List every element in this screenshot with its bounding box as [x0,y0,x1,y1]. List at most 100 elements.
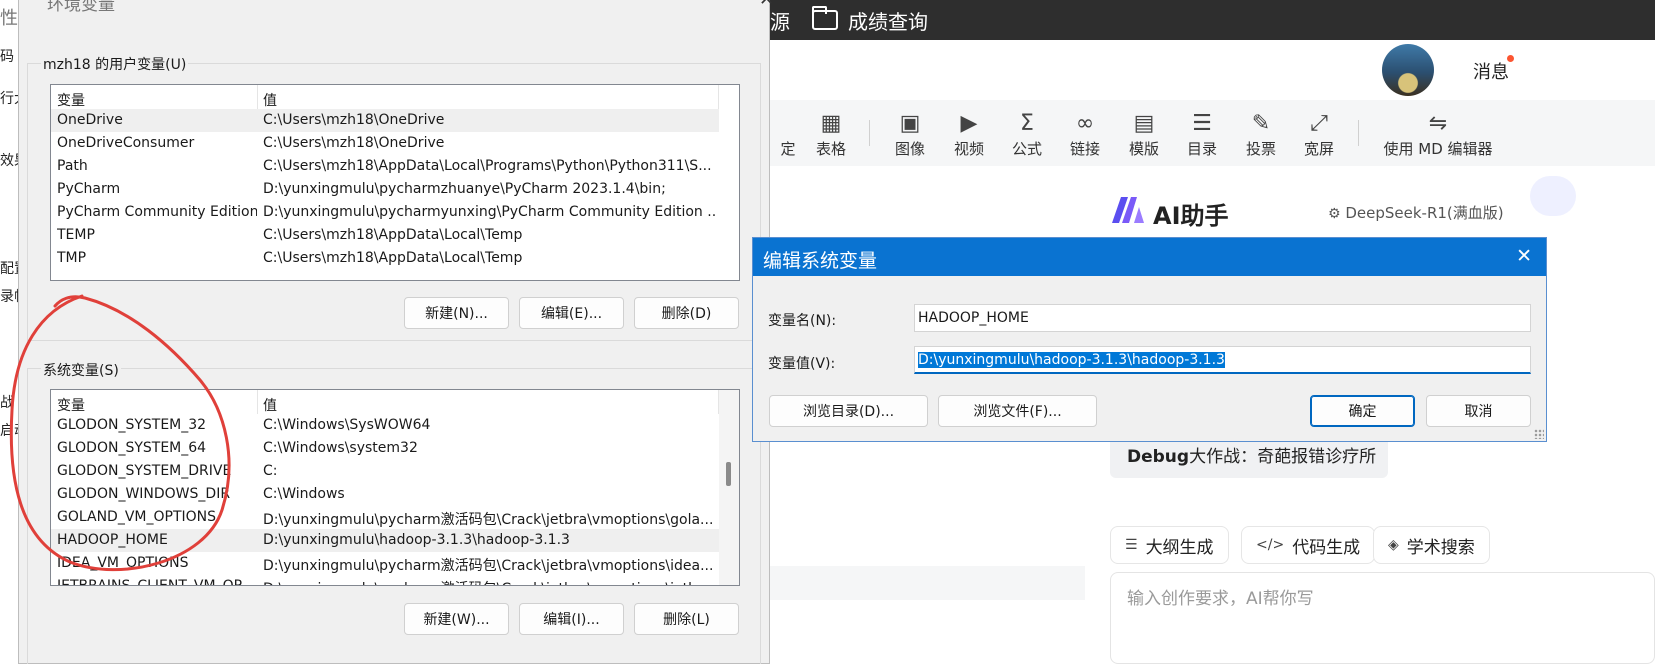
toolbar-link-button[interactable]: ∞ 链接 [1055,110,1115,159]
toolbar-label: 宽屏 [1303,140,1334,158]
editor-strip [770,566,1085,600]
notification-dot [1507,55,1514,62]
edit-dialog-title: 编辑系统变量 [763,250,878,272]
list-item[interactable]: PyCharm D:\yunxingmulu\pycharmzhuanye\PyC… [51,178,719,201]
ok-button[interactable]: 确定 [1310,395,1415,427]
academic-chip-label: 学术搜索 [1406,537,1475,558]
variable-value: D:\yunxingmulu\hadoop-3.1.3\hadoop-3.1.3 [263,532,570,548]
variable-name: TEMP [57,227,95,243]
toolbar-label: 表格 [815,140,846,158]
list-item[interactable]: GLODON_WINDOWS_DIR C:\Windows [51,483,719,506]
nav-item-grades[interactable]: 成绩查询 [812,0,928,40]
list-item[interactable]: GOLAND_VM_OPTIONS D:\yunxingmulu\pycharm激… [51,506,719,529]
widescreen-icon: ⤢ [1310,111,1328,136]
toolbar-formula-button[interactable]: Σ 公式 [997,110,1057,159]
browse-file-button[interactable]: 浏览文件(F)... [938,395,1097,427]
toolbar-template-button[interactable]: ▤ 模版 [1114,110,1174,159]
toolbar-md-switch-button[interactable]: ⇋ 使用 MD 编辑器 [1378,110,1498,159]
toolbar-label: 链接 [1069,140,1100,158]
code-icon: </> [1256,537,1285,553]
variable-name: IDEA_VM_OPTIONS [57,555,189,571]
variable-value-label: 变量值(V): [768,356,836,372]
system-list-scrollbar[interactable] [719,390,739,585]
variable-name: GLODON_WINDOWS_DIR [57,486,231,502]
code-generate-chip[interactable]: </> 代码生成 [1241,526,1376,564]
ai-model-selector[interactable]: ⚙ DeepSeek-R1(满血版) [1328,202,1504,223]
edit-dialog-titlebar[interactable]: 编辑系统变量 ✕ [753,238,1546,276]
messages-link[interactable]: 消息 [1473,58,1509,84]
user-list-header: 变量 值 [51,85,739,109]
variable-value-input[interactable]: D:\yunxingmulu\hadoop-3.1.3\hadoop-3.1.3 [914,346,1531,374]
variable-name: TMP [57,250,87,266]
list-item[interactable]: Path C:\Users\mzh18\AppData\Local\Program… [51,155,719,178]
column-header-value[interactable]: 值 [263,395,277,415]
ai-brain-icon[interactable] [1530,176,1576,216]
column-header-value[interactable]: 值 [263,90,277,110]
toc-icon: ☰ [1192,111,1212,136]
toolbar-table-button[interactable]: ▦ 表格 [801,110,861,159]
list-item[interactable]: TEMP C:\Users\mzh18\AppData\Local\Temp [51,224,719,247]
close-icon[interactable]: ✕ [759,0,774,10]
system-variables-list[interactable]: 变量 值 GLODON_SYSTEM_32 C:\Windows\SysWOW64… [50,389,740,586]
list-item[interactable]: TMP C:\Users\mzh18\AppData\Local\Temp [51,247,719,270]
toolbar-image-button[interactable]: ▣ 图像 [880,110,940,159]
list-item[interactable]: JETBRAINS_CLIENT_VM_OP D:\yunxingmulu\pyc… [51,575,719,586]
toolbar-label: 定 [780,140,796,158]
column-divider[interactable] [257,390,258,414]
academic-search-chip[interactable]: ◈ 学术搜索 [1373,526,1490,564]
list-item[interactable]: OneDriveConsumer C:\Users\mzh18\OneDrive [51,132,719,155]
variable-value: C:\Users\mzh18\AppData\Local\Programs\Py… [263,158,712,174]
list-item[interactable]: GLODON_SYSTEM_DRIVE C: [51,460,719,483]
variable-value: C:\Windows [263,486,345,502]
variable-name: GLODON_SYSTEM_DRIVE [57,463,232,479]
variable-name: PyCharm Community Edition [57,204,257,220]
variable-value: C:\Users\mzh18\AppData\Local\Temp [263,250,523,266]
outline-generate-chip[interactable]: ☰ 大纲生成 [1110,526,1229,564]
variable-name: Path [57,158,88,174]
toolbar-video-button[interactable]: ▶ 视频 [939,110,999,159]
toolbar-toc-button[interactable]: ☰ 目录 [1172,110,1232,159]
list-item[interactable]: PyCharm Community Edition D:\yunxingmulu\… [51,201,719,224]
folder-icon [812,6,838,30]
link-icon: ∞ [1075,111,1095,136]
close-icon[interactable]: ✕ [1516,245,1532,267]
system-edit-button[interactable]: 编辑(I)... [519,603,624,635]
variable-name: JETBRAINS_CLIENT_VM_OP [57,578,243,586]
cancel-button[interactable]: 取消 [1426,395,1531,427]
system-new-button[interactable]: 新建(W)... [404,603,509,635]
list-item[interactable]: GLODON_SYSTEM_64 C:\Windows\system32 [51,437,719,460]
variable-value: C:\Users\mzh18\OneDrive [263,135,445,151]
toolbar-label: 目录 [1186,140,1217,158]
left-fragment: 性 [0,8,18,29]
user-variables-list[interactable]: 变量 值 OneDrive C:\Users\mzh18\OneDrive OneD… [50,84,740,281]
user-new-button[interactable]: 新建(N)... [404,297,509,329]
template-icon: ▤ [1133,111,1155,136]
list-item[interactable]: GLODON_SYSTEM_32 C:\Windows\SysWOW64 [51,414,719,437]
system-variables-label: 系统变量(S) [41,360,121,380]
column-divider[interactable] [718,85,719,109]
variable-value: C: [263,463,278,479]
variable-name: GOLAND_VM_OPTIONS [57,509,216,525]
column-divider[interactable] [257,85,258,109]
column-header-variable[interactable]: 变量 [57,395,85,415]
toolbar-label: 模版 [1128,140,1159,158]
variable-name: HADOOP_HOME [57,532,168,548]
toolbar-divider [869,120,870,146]
resize-grip-icon[interactable] [1534,429,1544,439]
list-item[interactable]: HADOOP_HOME D:\yunxingmulu\hadoop-3.1.3\h… [51,529,719,552]
system-delete-button[interactable]: 删除(L) [634,603,739,635]
scrollbar-thumb[interactable] [726,462,731,486]
toolbar-vote-button[interactable]: ✎ 投票 [1231,110,1291,159]
list-item[interactable]: OneDrive C:\Users\mzh18\OneDrive [51,109,719,132]
user-avatar[interactable] [1382,44,1434,96]
user-delete-button[interactable]: 删除(D) [634,297,739,329]
user-edit-button[interactable]: 编辑(E)... [519,297,624,329]
toolbar-widescreen-button[interactable]: ⤢ 宽屏 [1289,110,1349,159]
list-item[interactable]: IDEA_VM_OPTIONS D:\yunxingmulu\pycharm激活码… [51,552,719,575]
column-header-variable[interactable]: 变量 [57,90,85,110]
toolbar-label: 视频 [953,140,984,158]
variable-name-input[interactable]: HADOOP_HOME [914,304,1531,332]
ai-model-label: DeepSeek-R1(满血版) [1345,204,1504,222]
outline-icon: ☰ [1125,537,1138,553]
browse-directory-button[interactable]: 浏览目录(D)... [769,395,928,427]
